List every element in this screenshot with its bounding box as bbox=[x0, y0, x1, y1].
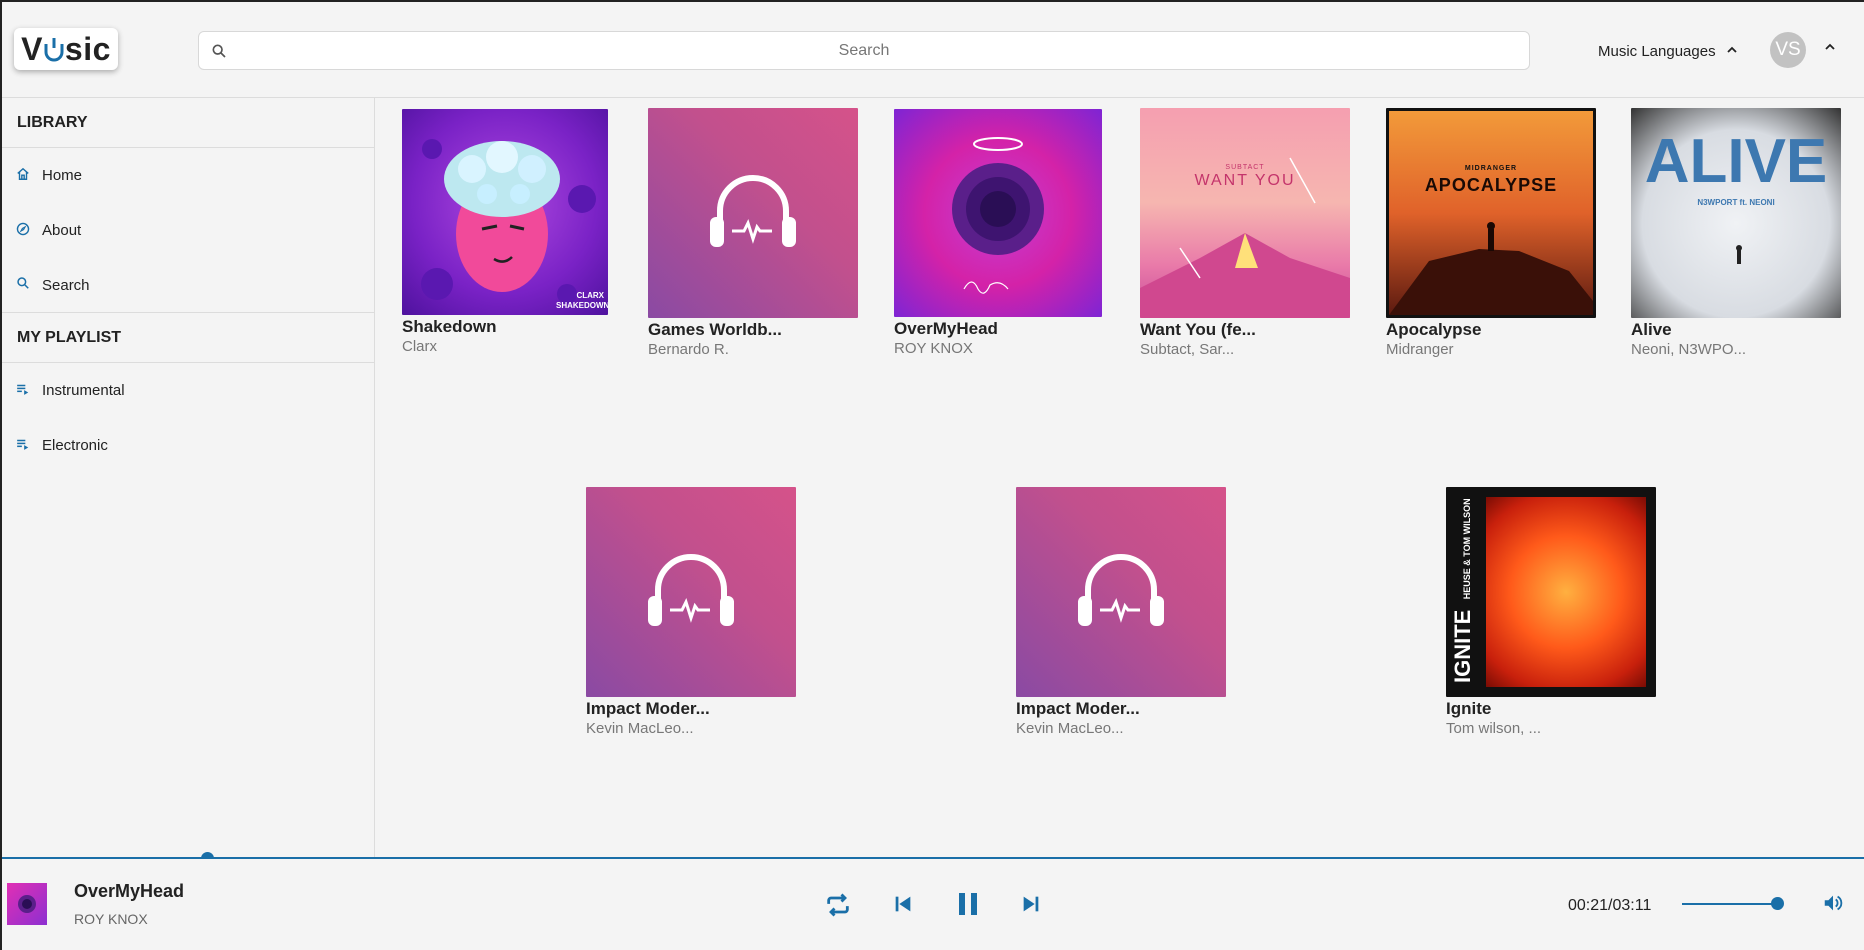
song-card[interactable]: SUBTACT WANT YOU Want You (fe... Subtact… bbox=[1140, 108, 1352, 358]
chevron-up-icon bbox=[1726, 43, 1738, 60]
compass-icon bbox=[16, 222, 30, 240]
player-bar: OverMyHead ROY KNOX 00:21/03:11 bbox=[2, 859, 1864, 950]
song-title: Shakedown bbox=[402, 317, 497, 336]
album-art-caption: CLARX SHAKEDOWN bbox=[556, 291, 608, 310]
album-art-top-text: MIDRANGER bbox=[1464, 165, 1518, 172]
chevron-up-icon[interactable] bbox=[1824, 40, 1836, 58]
home-icon bbox=[16, 167, 30, 185]
logo-text-right: sic bbox=[64, 30, 111, 67]
skip-previous-icon bbox=[892, 893, 914, 920]
song-title: Alive bbox=[1631, 320, 1672, 339]
logo-headphone-u bbox=[43, 36, 65, 62]
volume-slider-knob[interactable] bbox=[1771, 897, 1784, 910]
song-card[interactable]: CLARX SHAKEDOWN Shakedown Clarx bbox=[402, 109, 614, 355]
search-input[interactable] bbox=[239, 41, 1489, 60]
song-artist: Tom wilson, ... bbox=[1446, 720, 1542, 737]
song-artist: Clarx bbox=[402, 338, 438, 355]
playlist-title: MY PLAYLIST bbox=[2, 313, 374, 363]
sidebar-item-label: Search bbox=[42, 276, 90, 294]
song-artist: Kevin MacLeo... bbox=[1016, 720, 1124, 737]
album-art: CLARX SHAKEDOWN bbox=[402, 109, 608, 315]
volume-slider[interactable] bbox=[1682, 903, 1782, 905]
repeat-button[interactable] bbox=[824, 891, 852, 924]
song-title: Games Worldb... bbox=[648, 320, 782, 339]
search-icon bbox=[199, 43, 239, 59]
album-art bbox=[894, 109, 1102, 317]
playlist-icon bbox=[16, 437, 30, 455]
album-art: MIDRANGER APOCALYPSE bbox=[1386, 108, 1596, 318]
song-artist: Kevin MacLeo... bbox=[586, 720, 694, 737]
album-art-placeholder bbox=[1016, 487, 1226, 697]
song-card[interactable]: MIDRANGER APOCALYPSE Apocalypse Midrange… bbox=[1386, 108, 1598, 358]
song-title: Impact Moder... bbox=[1016, 699, 1140, 718]
sidebar-item-about[interactable]: About bbox=[2, 203, 374, 258]
pause-button[interactable] bbox=[956, 891, 980, 922]
logo-text-left: V bbox=[21, 30, 43, 67]
sidebar-item-search[interactable]: Search bbox=[2, 258, 374, 313]
album-art-caption: APOCALYPSE bbox=[1424, 175, 1558, 195]
album-art-subtitle: HEUSE & TOM WILSON bbox=[1462, 498, 1472, 600]
song-card[interactable]: ALIVE N3WPORT ft. NEONI Alive Neoni, N3W… bbox=[1631, 108, 1843, 358]
header: V sic Music Languages VS bbox=[2, 2, 1864, 98]
sidebar: LIBRARY Home About Search MY PLAYLIST In… bbox=[2, 98, 375, 857]
repeat-icon bbox=[824, 891, 852, 924]
playback-time: 00:21/03:11 bbox=[1568, 897, 1652, 914]
song-artist: Bernardo R. bbox=[648, 341, 729, 358]
sidebar-item-electronic[interactable]: Electronic bbox=[2, 418, 374, 473]
song-card[interactable]: IGNITE HEUSE & TOM WILSON Ignite Tom wil… bbox=[1446, 487, 1658, 737]
next-button[interactable] bbox=[1020, 893, 1042, 920]
now-playing-artist: ROY KNOX bbox=[74, 911, 148, 927]
song-artist: Midranger bbox=[1386, 341, 1454, 358]
previous-button[interactable] bbox=[892, 893, 914, 920]
sidebar-item-home[interactable]: Home bbox=[2, 148, 374, 203]
song-card[interactable]: Impact Moder... Kevin MacLeo... bbox=[586, 487, 798, 737]
music-languages-button[interactable]: Music Languages bbox=[1598, 40, 1738, 62]
avatar[interactable]: VS bbox=[1770, 32, 1806, 68]
song-card[interactable]: Games Worldb... Bernardo R. bbox=[648, 108, 860, 358]
pause-icon bbox=[956, 891, 980, 922]
library-title: LIBRARY bbox=[2, 98, 374, 148]
search-bar[interactable] bbox=[198, 31, 1530, 70]
skip-next-icon bbox=[1020, 893, 1042, 920]
headphones-icon bbox=[1078, 554, 1164, 626]
search-icon bbox=[16, 276, 30, 294]
song-title: Impact Moder... bbox=[586, 699, 710, 718]
song-artist: Neoni, N3WPO... bbox=[1631, 341, 1747, 358]
album-art-caption-wrap: IGNITE HEUSE & TOM WILSON bbox=[1450, 493, 1484, 683]
album-art: SUBTACT WANT YOU bbox=[1140, 108, 1350, 318]
album-art-caption: WANT YOU bbox=[1194, 172, 1296, 189]
song-artist: ROY KNOX bbox=[894, 340, 973, 357]
sidebar-item-label: Instrumental bbox=[42, 382, 125, 399]
sidebar-item-instrumental[interactable]: Instrumental bbox=[2, 363, 374, 418]
music-languages-label: Music Languages bbox=[1598, 42, 1716, 60]
song-title: Apocalypse bbox=[1386, 320, 1482, 339]
album-art: IGNITE HEUSE & TOM WILSON bbox=[1446, 487, 1656, 697]
sidebar-item-label: Home bbox=[42, 167, 83, 184]
song-title: Ignite bbox=[1446, 699, 1492, 718]
song-grid: CLARX SHAKEDOWN Shakedown Clarx Games Wo… bbox=[376, 98, 1864, 857]
album-art-caption: IGNITE bbox=[1450, 609, 1475, 683]
album-art: ALIVE N3WPORT ft. NEONI bbox=[1631, 108, 1841, 318]
now-playing-art bbox=[7, 883, 47, 925]
volume-icon[interactable] bbox=[1822, 892, 1844, 919]
song-card[interactable]: OverMyHead ROY KNOX bbox=[894, 109, 1106, 357]
album-art-placeholder bbox=[648, 108, 858, 318]
headphones-icon bbox=[648, 554, 734, 626]
playlist-icon bbox=[16, 382, 30, 400]
sidebar-item-label: About bbox=[42, 222, 82, 239]
song-card[interactable]: Impact Moder... Kevin MacLeo... bbox=[1016, 487, 1228, 737]
now-playing-title: OverMyHead bbox=[74, 881, 185, 901]
sidebar-item-label: Electronic bbox=[42, 437, 108, 454]
song-title: OverMyHead bbox=[894, 319, 998, 338]
headphones-icon bbox=[710, 175, 796, 247]
song-artist: Subtact, Sar... bbox=[1140, 341, 1235, 358]
album-art-top-text: SUBTACT bbox=[1225, 164, 1265, 171]
song-title: Want You (fe... bbox=[1140, 320, 1256, 339]
app-logo[interactable]: V sic bbox=[14, 28, 118, 70]
album-art-placeholder bbox=[586, 487, 796, 697]
